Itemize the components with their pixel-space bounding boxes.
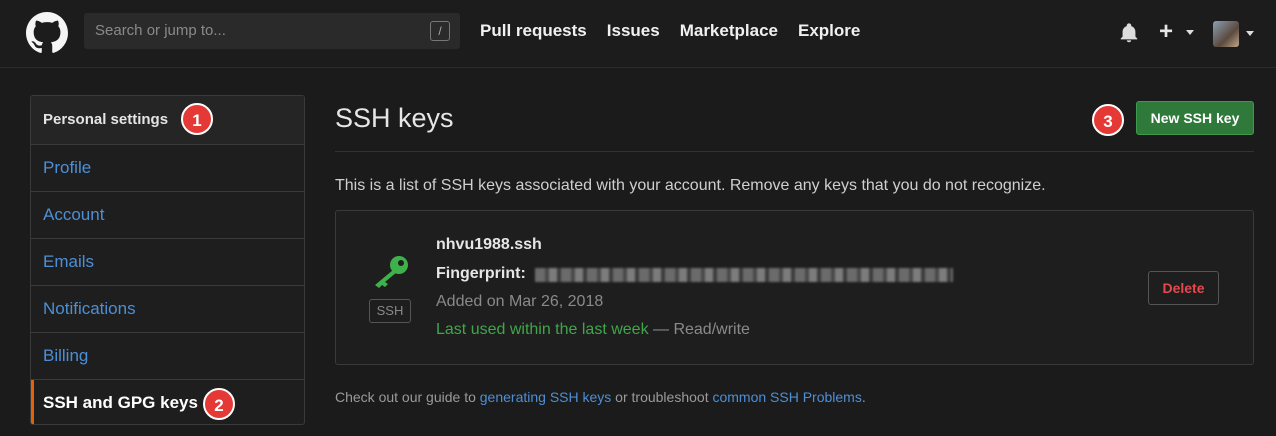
footer-text-mid: or troubleshoot xyxy=(611,389,713,405)
footer-text-pre: Check out our guide to xyxy=(335,389,480,405)
page-description: This is a list of SSH keys associated wi… xyxy=(335,177,1046,194)
ssh-key-list-item xyxy=(335,210,1254,365)
annotation-badge-3: 3 xyxy=(1092,104,1124,136)
generating-ssh-keys-link[interactable]: generating SSH keys xyxy=(480,389,612,405)
sidebar-item-ssh-gpg-keys[interactable]: SSH and GPG keys xyxy=(31,380,304,424)
sidebar-heading: Personal settings xyxy=(31,96,304,145)
chevron-down-icon[interactable] xyxy=(1186,30,1194,35)
search-placeholder: Search or jump to... xyxy=(95,22,226,39)
key-icon xyxy=(375,256,408,288)
sidebar-item-account[interactable]: Account xyxy=(31,192,304,239)
annotation-badge-1: 1 xyxy=(181,103,213,135)
sidebar-item-emails[interactable]: Emails xyxy=(31,239,304,286)
key-last-used: Last used within the last week — Read/wr… xyxy=(436,321,750,339)
footer-text-post: . xyxy=(861,389,866,405)
main-nav: Pull requests Issues Marketplace Explore xyxy=(480,21,860,41)
settings-sidebar: Personal settings Profile Account Emails… xyxy=(30,95,305,425)
sidebar-item-billing[interactable]: Billing xyxy=(31,333,304,380)
plus-icon[interactable]: + xyxy=(1159,19,1173,45)
delete-key-button[interactable]: Delete xyxy=(1148,271,1219,305)
search-input[interactable]: Search or jump to... / xyxy=(84,13,460,49)
github-logo-icon[interactable] xyxy=(26,12,68,54)
nav-marketplace[interactable]: Marketplace xyxy=(680,21,778,41)
ssh-type-tag: SSH xyxy=(369,299,411,323)
avatar[interactable] xyxy=(1213,21,1239,47)
nav-pull-requests[interactable]: Pull requests xyxy=(480,21,587,41)
key-added-date: Added on Mar 26, 2018 xyxy=(436,293,604,310)
nav-issues[interactable]: Issues xyxy=(607,21,660,41)
chevron-down-icon[interactable] xyxy=(1246,31,1254,36)
top-header: Search or jump to... / Pull requests Iss… xyxy=(0,0,1276,68)
bell-icon[interactable] xyxy=(1118,22,1140,44)
fingerprint-value-redacted xyxy=(535,268,953,282)
access-level: — Read/write xyxy=(648,321,750,338)
sidebar-item-notifications[interactable]: Notifications xyxy=(31,286,304,333)
last-used-text: Last used within the last week xyxy=(436,321,649,338)
key-title: nhvu1988.ssh xyxy=(436,236,542,253)
nav-explore[interactable]: Explore xyxy=(798,21,860,41)
new-ssh-key-button[interactable]: New SSH key xyxy=(1136,101,1254,135)
help-footer: Check out our guide to generating SSH ke… xyxy=(335,389,866,405)
slash-shortcut-key: / xyxy=(430,21,450,41)
page-title: SSH keys xyxy=(335,103,454,133)
sidebar-item-profile[interactable]: Profile xyxy=(31,145,304,192)
common-ssh-problems-link[interactable]: common SSH Problems xyxy=(712,389,861,405)
fingerprint-label: Fingerprint: xyxy=(436,265,526,282)
title-divider xyxy=(335,151,1254,152)
annotation-badge-2: 2 xyxy=(203,388,235,420)
